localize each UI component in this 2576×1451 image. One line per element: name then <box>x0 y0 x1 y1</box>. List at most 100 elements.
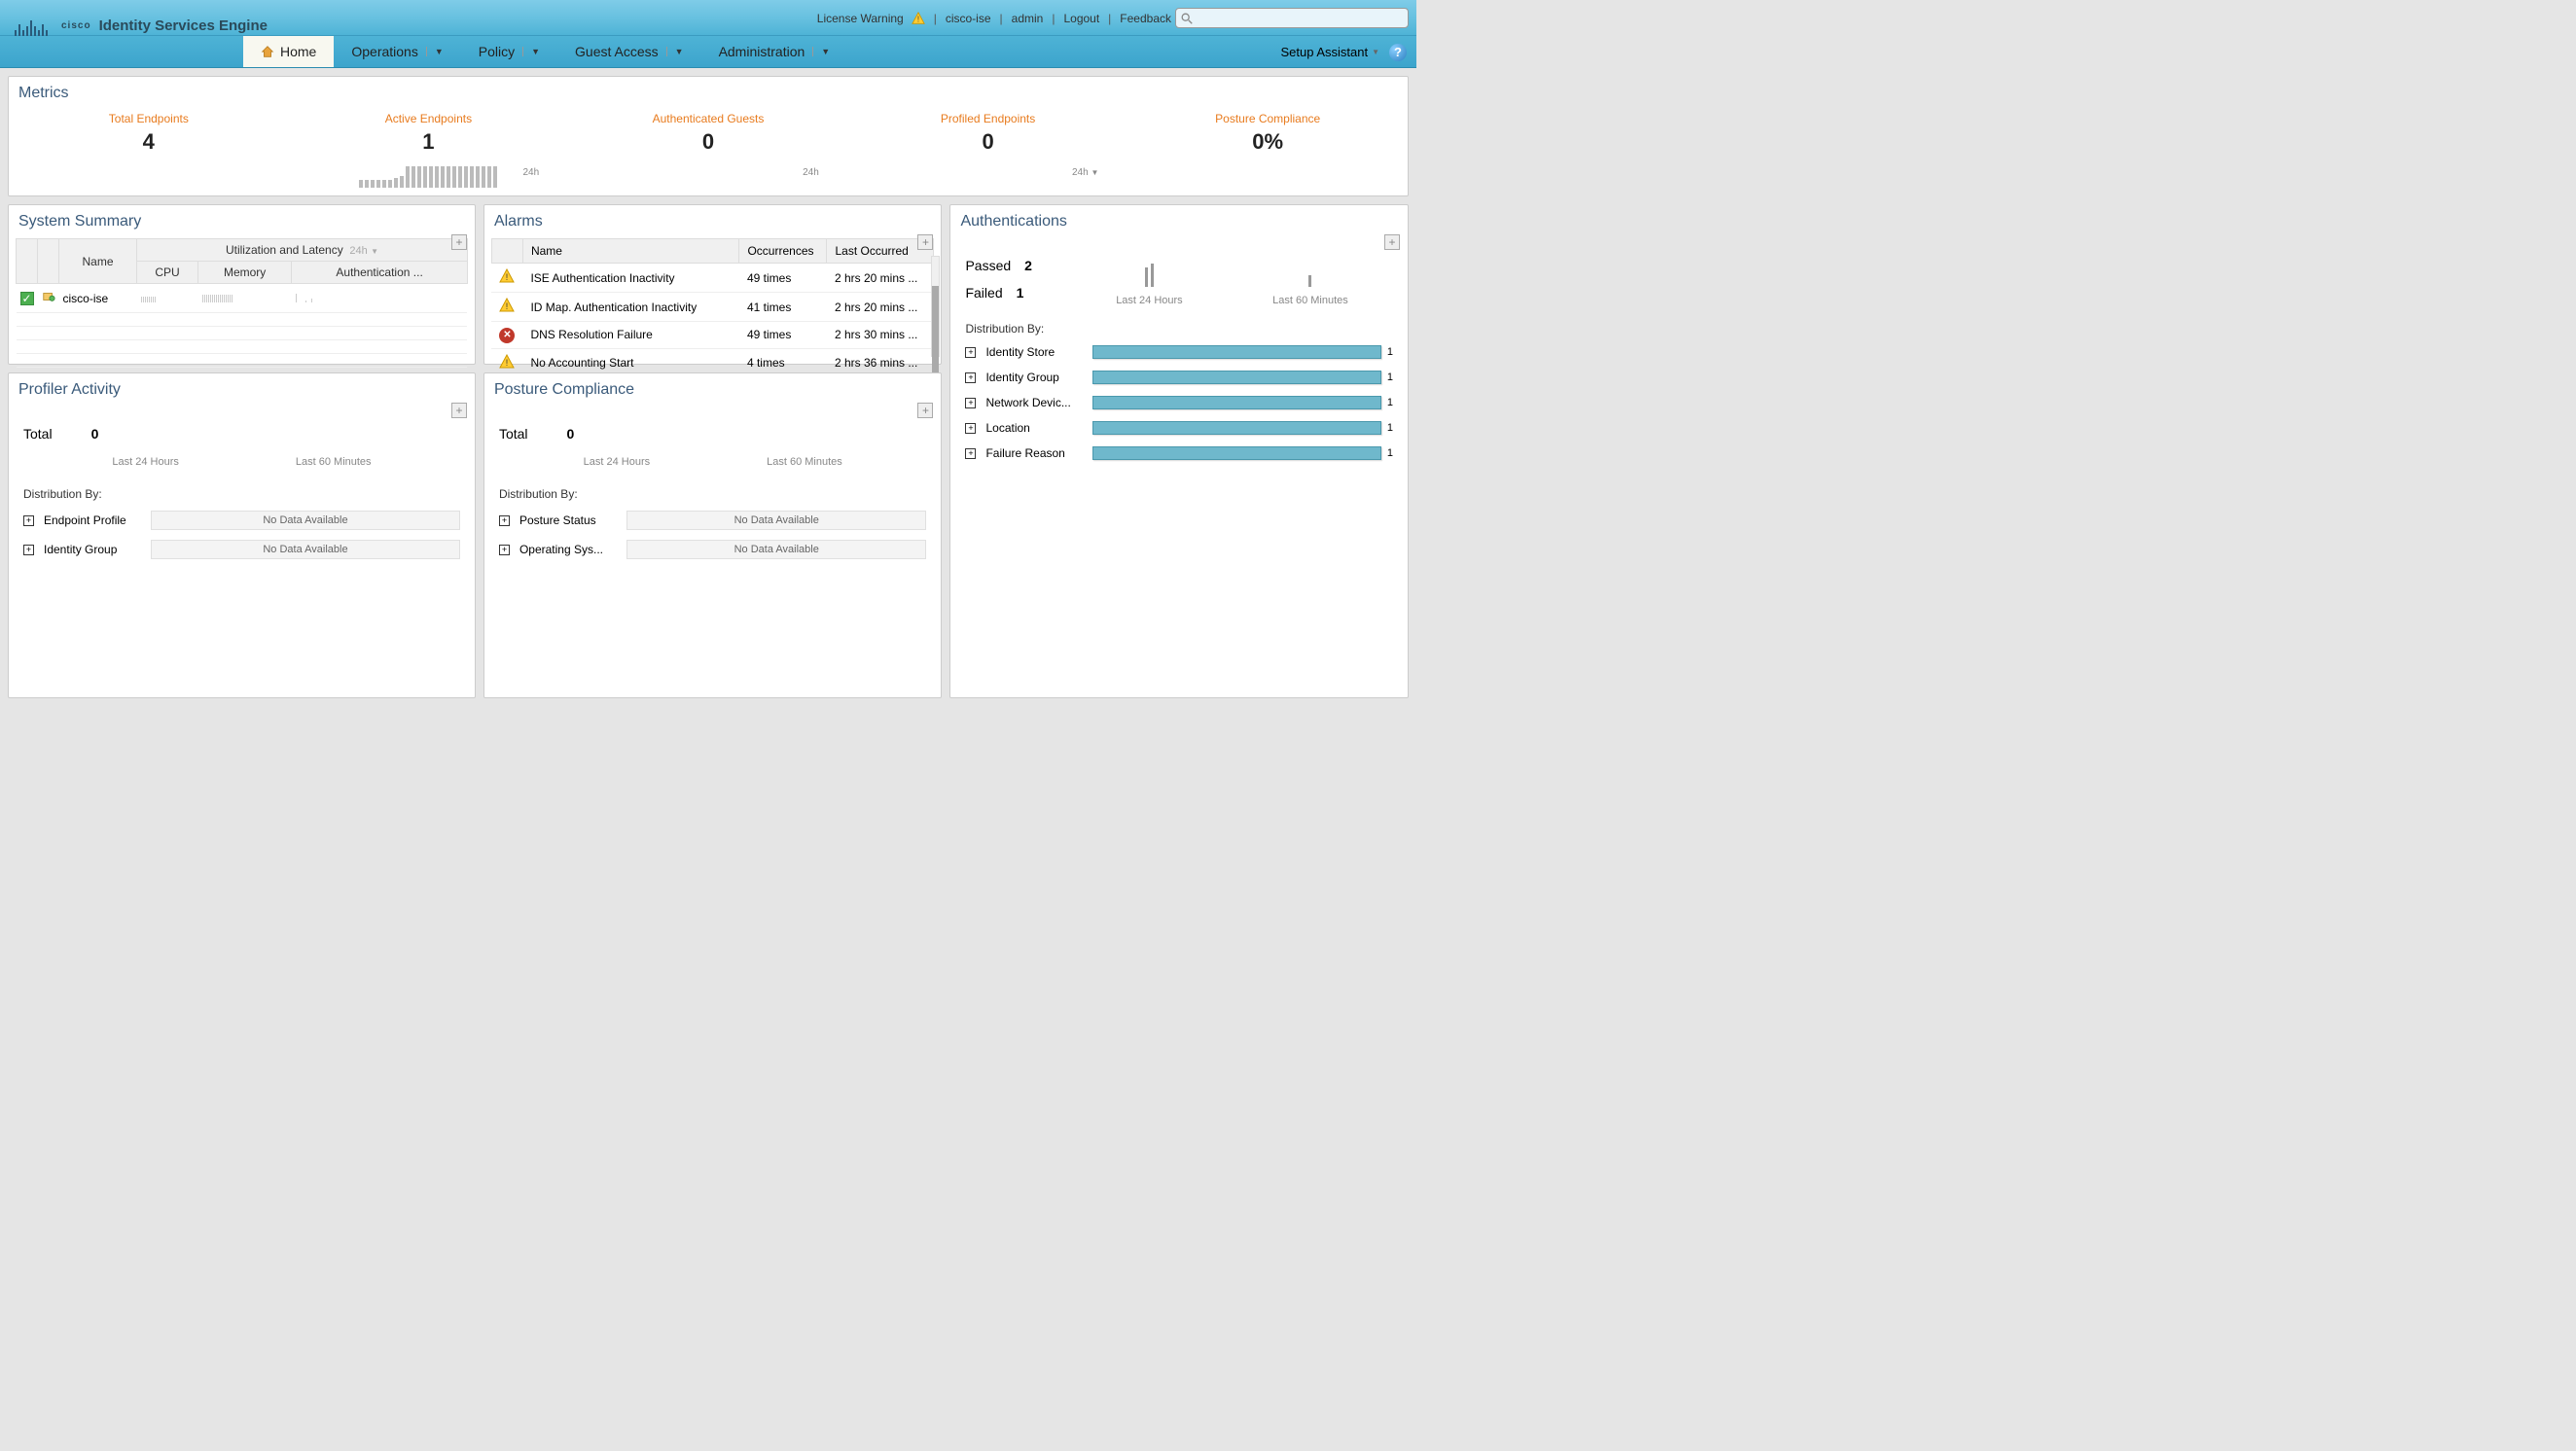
nav-operations-label: Operations <box>351 44 417 59</box>
hostname-link[interactable]: cisco-ise <box>946 12 991 25</box>
expand-button[interactable]: + <box>965 398 976 408</box>
col-memory: Memory <box>198 262 292 284</box>
last24-label: Last 24 Hours <box>584 456 650 468</box>
dist-bar <box>1092 396 1380 409</box>
col-name[interactable]: Name <box>522 239 739 264</box>
last24-label: Last 24 Hours <box>112 456 178 468</box>
alarm-last: 2 hrs 30 mins ... <box>827 322 934 349</box>
nav-home[interactable]: Home <box>243 36 334 67</box>
authentications-panel: Authentications + Passed 2 Failed 1 <box>949 204 1409 698</box>
col-occurrences[interactable]: Occurrences <box>739 239 827 264</box>
time-label: 24h <box>523 167 540 178</box>
panel-title: Alarms <box>494 213 543 230</box>
last60-label: Last 60 Minutes <box>1272 295 1348 306</box>
expand-button[interactable]: + <box>965 372 976 383</box>
metric-value: 0% <box>1127 129 1408 155</box>
help-icon[interactable]: ? <box>1389 44 1407 61</box>
alarm-name: ID Map. Authentication Inactivity <box>522 293 739 322</box>
alarm-row[interactable]: ! ID Map. Authentication Inactivity41 tim… <box>491 293 934 322</box>
nav-home-label: Home <box>280 44 316 59</box>
metric-label: Posture Compliance <box>1127 112 1408 125</box>
add-button[interactable]: + <box>451 403 467 418</box>
add-button[interactable]: + <box>917 234 933 250</box>
table-row[interactable]: ✓ cisco-ise <box>17 284 468 313</box>
profiler-activity-panel: Profiler Activity + Total 0 Last 24 Hour… <box>8 372 476 698</box>
time-label: 24h <box>803 167 819 178</box>
expand-button[interactable]: + <box>23 515 34 526</box>
expand-button[interactable]: + <box>23 545 34 555</box>
metric-value: 4 <box>9 129 289 155</box>
error-icon: ✕ <box>499 328 515 343</box>
alarms-panel: Alarms + Name Occurrences Last Occurred … <box>483 204 943 365</box>
nav-bar: cisco Identity Services Engine Home Oper… <box>0 36 1416 68</box>
expand-button[interactable]: + <box>499 515 510 526</box>
last24-label: Last 24 Hours <box>1116 295 1182 306</box>
feedback-link[interactable]: Feedback <box>1120 12 1171 25</box>
dist-bar <box>1092 421 1380 435</box>
nav-operations[interactable]: Operations ▼ <box>334 36 460 67</box>
col-cpu: CPU <box>137 262 198 284</box>
expand-button[interactable]: + <box>965 347 976 358</box>
distribution-label: Distribution By: <box>965 322 1393 336</box>
chevron-down-icon: ▼ <box>1372 48 1379 56</box>
total-value: 0 <box>91 426 99 442</box>
nav-guest-access[interactable]: Guest Access ▼ <box>557 36 701 67</box>
dist-bar <box>1092 446 1380 460</box>
col-auth: Authentication ... <box>292 262 468 284</box>
nav-policy[interactable]: Policy ▼ <box>461 36 557 67</box>
warning-icon: ! <box>499 268 515 284</box>
alarm-occurrences: 41 times <box>739 293 827 322</box>
add-button[interactable]: + <box>1384 234 1400 250</box>
add-button[interactable]: + <box>451 234 467 250</box>
alarm-row[interactable]: ✕DNS Resolution Failure49 times2 hrs 30 … <box>491 322 934 349</box>
expand-button[interactable]: + <box>965 423 976 434</box>
warning-icon: ! <box>499 354 515 370</box>
expand-button[interactable]: + <box>965 448 976 459</box>
no-data-bar: No Data Available <box>626 511 927 530</box>
metric-label: Profiled Endpoints <box>848 112 1128 125</box>
svg-text:!: ! <box>917 15 919 23</box>
add-button[interactable]: + <box>917 403 933 418</box>
failed-label: Failed <box>965 285 1002 301</box>
dist-name: Identity Store <box>985 345 1083 359</box>
cpu-sparkline <box>141 293 156 302</box>
dist-value: 1 <box>1387 372 1393 383</box>
node-name: cisco-ise <box>59 284 137 313</box>
metrics-title: Metrics <box>9 77 1408 106</box>
logo-area: cisco Identity Services Engine <box>15 15 268 36</box>
col-name: Name <box>59 239 137 284</box>
distribution-row: +Posture StatusNo Data Available <box>499 511 927 530</box>
warning-icon: ! <box>912 12 925 25</box>
dist-value: 1 <box>1387 422 1393 434</box>
time-label[interactable]: 24h ▼ <box>1072 167 1098 178</box>
system-summary-table: Name Utilization and Latency 24h ▼ CPU M… <box>16 238 468 368</box>
metric-value: 0 <box>568 129 848 155</box>
svg-text:!: ! <box>506 358 509 368</box>
metric-total-endpoints: Total Endpoints 4 <box>9 112 289 188</box>
node-icon <box>42 290 55 303</box>
panel-title: Authentications <box>960 213 1066 230</box>
last60-label: Last 60 Minutes <box>767 456 842 468</box>
dropdown-arrow-icon: ▼ <box>666 47 684 56</box>
nav-administration[interactable]: Administration ▼ <box>701 36 848 67</box>
expand-button[interactable]: + <box>499 545 510 555</box>
distribution-row: +Endpoint ProfileNo Data Available <box>23 511 460 530</box>
scrollbar[interactable] <box>931 256 940 357</box>
logout-link[interactable]: Logout <box>1063 12 1099 25</box>
license-warning-link[interactable]: License Warning <box>817 12 904 25</box>
alarm-row[interactable]: !ISE Authentication Inactivity49 times2 … <box>491 264 934 293</box>
panel-title: System Summary <box>18 213 141 230</box>
dist-name: Identity Group <box>44 543 141 556</box>
dropdown-arrow-icon: ▼ <box>426 47 444 56</box>
user-link[interactable]: admin <box>1012 12 1044 25</box>
setup-assistant-link[interactable]: Setup Assistant ▼ ? <box>1280 36 1407 68</box>
distribution-label: Distribution By: <box>23 487 460 501</box>
col-utilization[interactable]: Utilization and Latency 24h ▼ <box>137 239 468 262</box>
search-input[interactable] <box>1175 8 1409 28</box>
system-summary-panel: System Summary + Name Utilization and La… <box>8 204 476 365</box>
alarm-occurrences: 49 times <box>739 322 827 349</box>
distribution-row: +Identity Store1 <box>965 345 1393 359</box>
warning-icon: ! <box>499 298 515 313</box>
alarm-occurrences: 49 times <box>739 264 827 293</box>
dist-name: Endpoint Profile <box>44 513 141 527</box>
